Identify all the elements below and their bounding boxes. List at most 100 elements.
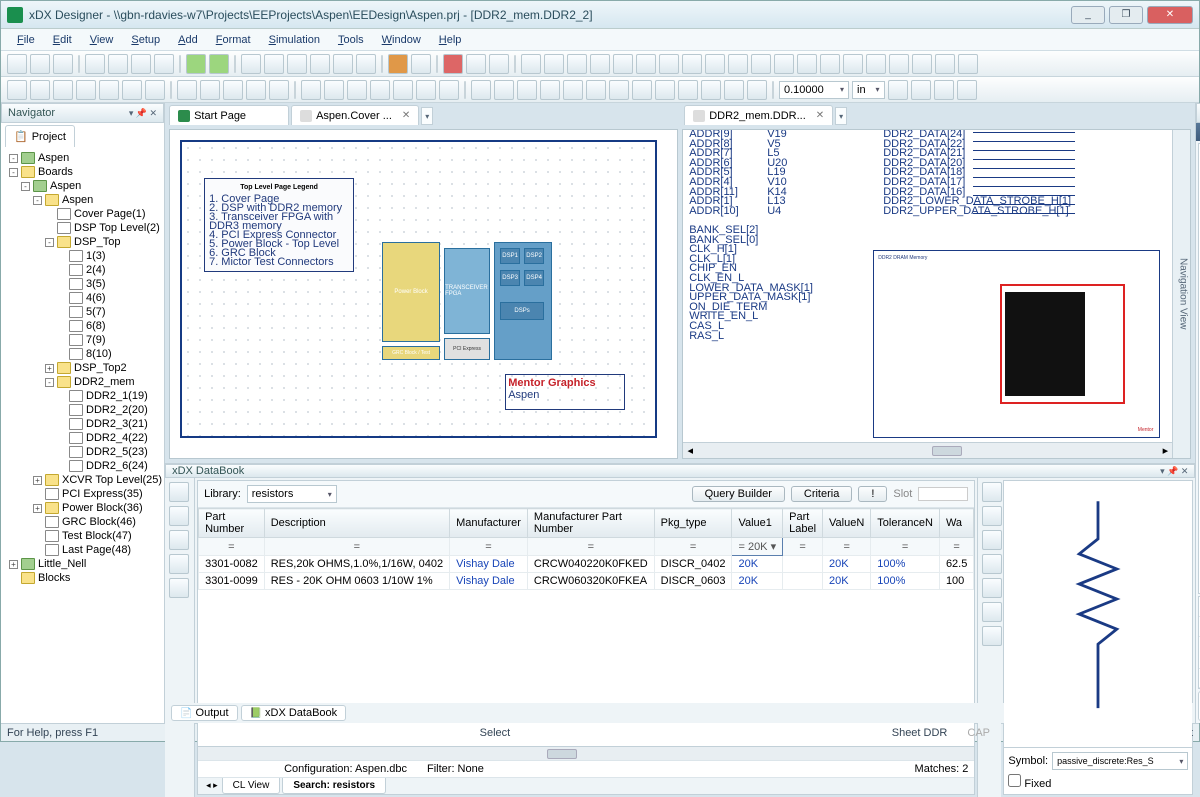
menu-view[interactable]: View (82, 32, 122, 48)
tb-icon[interactable] (416, 80, 436, 100)
tree-node[interactable]: 5(7) (3, 305, 162, 319)
tb-icon[interactable] (241, 54, 261, 74)
tab-output[interactable]: 📄 Output (171, 705, 237, 721)
tb-icon[interactable] (264, 54, 284, 74)
db-tool-icon[interactable] (982, 482, 1002, 502)
symbol-select[interactable]: passive_discrete:Res_S (1052, 752, 1188, 770)
tb-icon[interactable] (636, 54, 656, 74)
menu-setup[interactable]: Setup (123, 32, 168, 48)
tree-node[interactable]: DDR2_5(23) (3, 445, 162, 459)
tb-icon[interactable] (53, 80, 73, 100)
tb-icon[interactable] (30, 54, 50, 74)
tree-node[interactable]: -Aspen (3, 151, 162, 165)
tb-icon[interactable] (301, 80, 321, 100)
tb-icon[interactable] (888, 80, 908, 100)
tb-icon[interactable] (934, 80, 954, 100)
tree-node[interactable]: 8(10) (3, 347, 162, 361)
tb-icon[interactable] (356, 54, 376, 74)
doc-tab-cover[interactable]: Aspen.Cover ...✕ (291, 105, 419, 125)
tb-icon[interactable] (701, 80, 721, 100)
tb-icon[interactable] (751, 54, 771, 74)
tb-icon[interactable] (122, 80, 142, 100)
tb-icon[interactable] (370, 80, 390, 100)
tree-node[interactable]: PCI Express(35) (3, 487, 162, 501)
tb-icon[interactable] (85, 54, 105, 74)
tb-icon[interactable] (632, 80, 652, 100)
menu-add[interactable]: Add (170, 32, 206, 48)
menu-window[interactable]: Window (374, 32, 429, 48)
tree-node[interactable]: +XCVR Top Level(25) (3, 473, 162, 487)
tb-redo-icon[interactable] (209, 54, 229, 74)
tb-icon[interactable] (145, 80, 165, 100)
criteria-button[interactable]: Criteria (791, 486, 852, 502)
tb-icon[interactable] (393, 80, 413, 100)
navigator-tab-project[interactable]: 📋 Project (5, 125, 75, 147)
tb-icon[interactable] (774, 54, 794, 74)
tb-icon[interactable] (935, 54, 955, 74)
tb-icon[interactable] (586, 80, 606, 100)
menu-simulation[interactable]: Simulation (261, 32, 328, 48)
tree-node[interactable]: -DSP_Top (3, 235, 162, 249)
tb-icon[interactable] (728, 54, 748, 74)
tb-icon[interactable] (439, 80, 459, 100)
tree-node[interactable]: -Boards (3, 165, 162, 179)
tb-icon[interactable] (590, 54, 610, 74)
tree-node[interactable]: 3(5) (3, 277, 162, 291)
tb-icon[interactable] (843, 54, 863, 74)
tree-node[interactable]: DDR2_1(19) (3, 389, 162, 403)
minimize-button[interactable]: _ (1071, 6, 1105, 24)
tb-icon[interactable] (30, 80, 50, 100)
tree-node[interactable]: 4(6) (3, 291, 162, 305)
tb-icon[interactable] (911, 80, 931, 100)
tree-node[interactable]: +Little_Nell (3, 557, 162, 571)
tb-icon[interactable] (53, 54, 73, 74)
tab-nav[interactable]: ▾ (421, 107, 433, 125)
tb-icon[interactable] (494, 80, 514, 100)
slot-input[interactable] (918, 487, 968, 501)
tb-icon[interactable] (544, 54, 564, 74)
tree-node[interactable]: Blocks (3, 571, 162, 585)
close-button[interactable]: ✕ (1147, 6, 1193, 24)
doc-tab-ddr2[interactable]: DDR2_mem.DDR...✕ (684, 105, 833, 125)
tb-icon[interactable] (200, 80, 220, 100)
db-tab-clview[interactable]: CL View (222, 778, 281, 794)
tree-node[interactable]: Test Block(47) (3, 529, 162, 543)
tb-icon[interactable] (517, 80, 537, 100)
menu-help[interactable]: Help (431, 32, 470, 48)
tb-icon[interactable] (747, 80, 767, 100)
db-tool-icon[interactable] (169, 554, 189, 574)
db-tool-icon[interactable] (982, 530, 1002, 550)
tb-icon[interactable] (333, 54, 353, 74)
project-tree[interactable]: -Aspen-Boards-Aspen-AspenCover Page(1)DS… (1, 147, 164, 723)
close-icon[interactable]: ✕ (396, 110, 410, 121)
tb-icon[interactable] (724, 80, 744, 100)
tb-icon[interactable] (659, 54, 679, 74)
query-builder-button[interactable]: Query Builder (692, 486, 785, 502)
tb-icon[interactable] (76, 80, 96, 100)
tree-node[interactable]: +Power Block(36) (3, 501, 162, 515)
db-tab-search[interactable]: Search: resistors (282, 778, 386, 794)
tree-node[interactable]: -DDR2_mem (3, 375, 162, 389)
tb-icon[interactable] (287, 54, 307, 74)
tb-icon[interactable] (957, 80, 977, 100)
schematic-cover[interactable]: Top Level Page Legend 1. Cover Page2. DS… (169, 129, 678, 459)
tb-icon[interactable] (705, 54, 725, 74)
db-tool-icon[interactable] (982, 554, 1002, 574)
tree-node[interactable]: GRC Block(46) (3, 515, 162, 529)
tb-icon[interactable] (99, 80, 119, 100)
tb-icon[interactable] (820, 54, 840, 74)
table-row[interactable]: 3301-0099RES - 20K OHM 0603 1/10W 1%Vish… (199, 573, 974, 590)
tree-node[interactable]: DDR2_6(24) (3, 459, 162, 473)
zoom-input[interactable]: 0.10000 (779, 81, 849, 99)
tb-icon[interactable] (7, 80, 27, 100)
tb-icon[interactable] (912, 54, 932, 74)
tree-node[interactable]: 1(3) (3, 249, 162, 263)
warn-button[interactable]: ! (858, 486, 887, 502)
tb-icon[interactable] (521, 54, 541, 74)
tb-icon[interactable] (682, 54, 702, 74)
unit-select[interactable]: in (852, 81, 885, 99)
tab-databook[interactable]: 📗 xDX DataBook (241, 705, 347, 721)
tree-node[interactable]: DDR2_2(20) (3, 403, 162, 417)
tree-node[interactable]: DDR2_3(21) (3, 417, 162, 431)
tb-icon[interactable] (889, 54, 909, 74)
